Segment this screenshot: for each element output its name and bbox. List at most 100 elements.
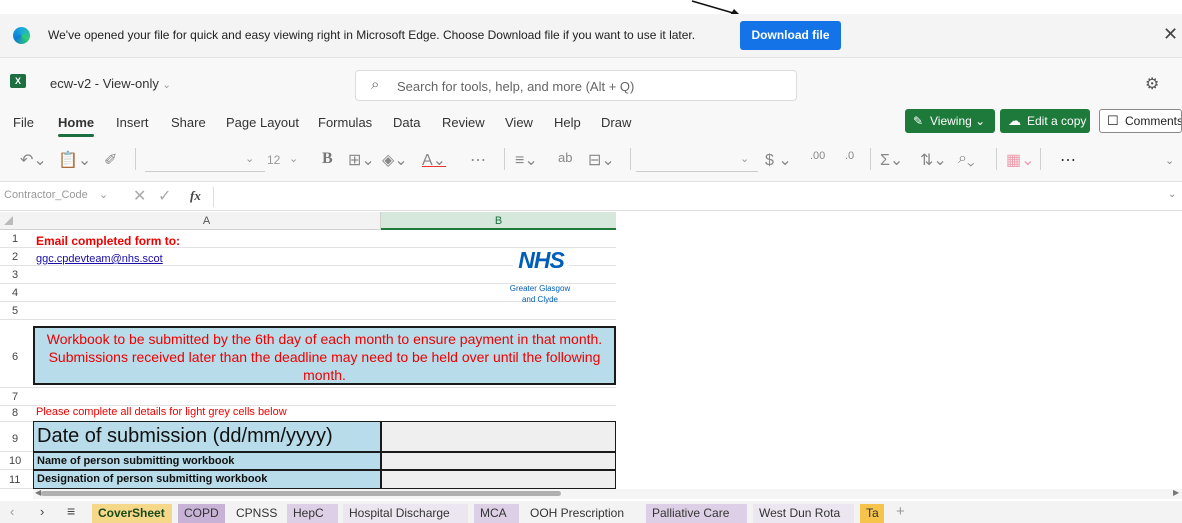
sheet-tab[interactable]: CoverSheet — [92, 504, 172, 523]
viewing-mode-button[interactable]: ✎ Viewing ⌄ — [905, 109, 995, 133]
expand-formula-icon[interactable]: ⌄ — [1168, 189, 1176, 200]
submitter-name-input[interactable] — [381, 452, 616, 470]
add-sheet-icon[interactable]: + — [896, 503, 905, 520]
cancel-icon[interactable]: ✕ — [133, 186, 146, 206]
menu-bar: File Home Insert Share Page Layout Formu… — [0, 102, 1182, 138]
sheet-tab[interactable]: West Dun Rota — [753, 504, 854, 523]
cell-a8[interactable]: Please complete all details for light gr… — [36, 406, 287, 418]
currency-icon[interactable]: $ ⌄ — [765, 150, 792, 170]
tab-review[interactable]: Review — [442, 115, 485, 130]
close-icon[interactable]: ✕ — [1163, 24, 1178, 45]
download-file-button[interactable]: Download file — [740, 21, 841, 50]
find-icon[interactable]: ⌕⌄ — [958, 150, 975, 168]
ribbon-divider — [1040, 148, 1041, 170]
table-row: 7 — [0, 388, 616, 406]
increase-decimal-icon[interactable]: .00 — [810, 150, 825, 162]
bold-icon[interactable]: B — [322, 150, 333, 168]
sheet-tab[interactable]: OOH Prescription — [524, 504, 640, 523]
sheet-tab[interactable]: COPD — [178, 504, 225, 523]
formula-bar: Contractor_Code ⌄ ✕ ✓ fx ⌄ — [0, 183, 1182, 211]
name-box[interactable]: Contractor_Code ⌄ — [4, 188, 122, 206]
prev-sheet-icon[interactable]: ‹ — [10, 504, 14, 519]
ribbon-divider — [996, 148, 997, 170]
undo-icon[interactable]: ↶⌄ — [20, 150, 47, 170]
ribbon-divider — [870, 148, 871, 170]
infobar-message: We've opened your file for quick and eas… — [48, 28, 696, 42]
sheet-tab[interactable]: Ta — [860, 504, 884, 523]
more-font-options-icon[interactable]: ⋯ — [470, 150, 486, 170]
column-header-a[interactable]: A — [33, 212, 381, 230]
font-color-icon[interactable]: A⌄ — [422, 150, 446, 170]
fill-color-icon[interactable]: ◈⌄ — [382, 150, 408, 170]
comments-button[interactable]: ☐ Comments — [1099, 109, 1182, 133]
sort-filter-icon[interactable]: ⇅⌄ — [920, 150, 947, 170]
all-sheets-menu-icon[interactable]: ≡ — [67, 503, 75, 519]
paste-icon[interactable]: 📋⌄ — [58, 150, 91, 170]
sheet-tab[interactable]: CPNSS — [230, 504, 282, 523]
cloud-icon: ☁ — [1008, 113, 1021, 128]
scroll-right-icon[interactable]: ▶ — [1173, 488, 1179, 497]
format-painter-icon[interactable]: ✐ — [104, 150, 117, 170]
tab-help[interactable]: Help — [554, 115, 581, 130]
sheet-tab[interactable]: Palliative Care — [646, 504, 747, 523]
search-placeholder: Search for tools, help, and more (Alt + … — [397, 79, 635, 94]
check-icon[interactable]: ✓ — [158, 186, 171, 206]
insert-function-icon[interactable]: fx — [190, 188, 201, 204]
search-icon: ⌕ — [371, 76, 380, 93]
active-tab-indicator — [58, 134, 94, 137]
tab-file[interactable]: File — [13, 115, 34, 130]
app-header: X ecw-v2 - View-only ⌄ ⌕ Search for tool… — [0, 58, 1182, 102]
search-input[interactable]: ⌕ Search for tools, help, and more (Alt … — [355, 70, 797, 101]
next-sheet-icon[interactable]: › — [40, 504, 44, 519]
email-link[interactable]: ggc.cpdevteam@nhs.scot — [36, 253, 163, 265]
tab-data[interactable]: Data — [393, 115, 420, 130]
align-icon[interactable]: ≡⌄ — [515, 150, 538, 170]
tab-share[interactable]: Share — [171, 115, 206, 130]
font-size-dropdown[interactable]: 12 ⌄ — [255, 148, 305, 172]
more-options-icon[interactable]: ⋯ — [1060, 150, 1076, 170]
cell-a1[interactable]: Email completed form to: — [36, 234, 180, 248]
nhs-logo: NHS Greater Glasgow and Clyde — [505, 248, 575, 320]
ribbon-divider — [630, 148, 631, 170]
select-all-corner[interactable] — [4, 216, 13, 225]
font-size-value: 12 — [267, 153, 281, 167]
decrease-decimal-icon[interactable]: .0 — [845, 150, 854, 162]
sheet-tab-bar: ‹ › ≡ + CoverSheet COPD CPNSS HepC Hospital … — [0, 501, 1182, 523]
submitter-designation-label[interactable]: Designation of person submitting workboo… — [33, 470, 381, 489]
date-of-submission-input[interactable] — [381, 421, 616, 452]
submitter-name-label[interactable]: Name of person submitting workbook — [33, 452, 381, 470]
tab-page-layout[interactable]: Page Layout — [226, 115, 299, 130]
formula-divider — [213, 187, 214, 207]
scrollbar-thumb[interactable] — [41, 491, 561, 496]
nhs-logo-word: NHS — [513, 248, 569, 272]
edit-a-copy-button[interactable]: ☁ Edit a copy — [1000, 109, 1090, 133]
number-format-dropdown[interactable]: ⌄ — [636, 148, 758, 172]
column-header-b[interactable]: B — [381, 212, 616, 230]
borders-icon[interactable]: ⊞⌄ — [348, 150, 375, 170]
spreadsheet-grid[interactable]: A B 1 2 3 4 5 6 7 8 9 10 11 Email comple… — [0, 212, 1182, 489]
horizontal-scrollbar[interactable]: ◀ ▶ — [33, 488, 1182, 499]
autosum-icon[interactable]: Σ⌄ — [880, 150, 903, 170]
tab-insert[interactable]: Insert — [116, 115, 149, 130]
document-title[interactable]: ecw-v2 - View-only ⌄ — [50, 76, 171, 91]
submitter-designation-input[interactable] — [381, 470, 616, 489]
date-of-submission-label[interactable]: Date of submission (dd/mm/yyyy) — [33, 421, 381, 452]
chevron-down-icon[interactable]: ⌄ — [1165, 154, 1174, 167]
tab-formulas[interactable]: Formulas — [318, 115, 372, 130]
conditional-format-icon[interactable]: ▦⌄ — [1006, 150, 1035, 170]
ribbon-toolbar: ↶⌄ 📋⌄ ✐ ⌄ 12 ⌄ B ⊞⌄ ◈⌄ A⌄ ⋯ ≡⌄ ab ⊟⌄ ⌄ $… — [0, 138, 1182, 182]
tab-view[interactable]: View — [505, 115, 533, 130]
gear-icon[interactable]: ⚙ — [1145, 74, 1159, 94]
sheet-tab[interactable]: Hospital Discharge — [343, 504, 468, 523]
tab-draw[interactable]: Draw — [601, 115, 631, 130]
font-name-dropdown[interactable]: ⌄ — [145, 148, 265, 172]
tab-home[interactable]: Home — [58, 115, 94, 130]
sheet-tab[interactable]: MCA — [474, 504, 519, 523]
pen-icon: ✎ — [913, 114, 924, 128]
sheet-tab[interactable]: HepC — [287, 504, 338, 523]
nhs-logo-line1: Greater Glasgow — [509, 284, 571, 293]
merge-icon[interactable]: ⊟⌄ — [588, 150, 615, 170]
wrap-text-icon[interactable]: ab — [558, 150, 572, 165]
edge-logo-icon — [13, 27, 30, 44]
submission-notice[interactable]: Workbook to be submitted by the 6th day … — [33, 326, 616, 385]
